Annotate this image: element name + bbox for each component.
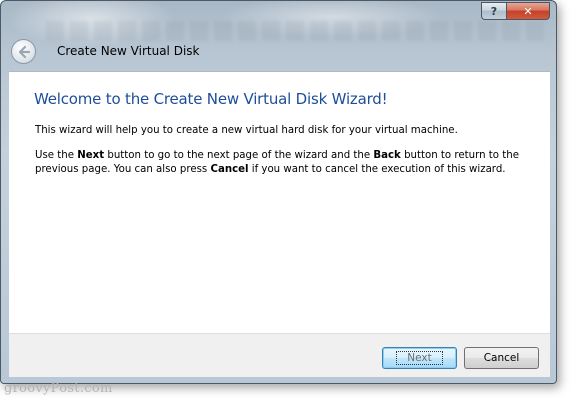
back-keyword: Back: [373, 150, 401, 161]
next-button-label: Next: [396, 351, 443, 365]
window-title: Create New Virtual Disk: [57, 44, 200, 58]
wizard-window: ? ✕ Create New Virtual Disk Welcome to t…: [0, 0, 557, 384]
cancel-button[interactable]: Cancel: [464, 347, 539, 369]
wizard-content: Welcome to the Create New Virtual Disk W…: [9, 71, 550, 333]
back-arrow-icon: [18, 45, 30, 58]
instructions-part: Use the: [35, 150, 78, 161]
intro-text: This wizard will help you to create a ne…: [35, 125, 458, 136]
instructions-part: button to go to the next page of the wiz…: [104, 150, 374, 161]
next-keyword: Next: [77, 150, 105, 161]
page-heading: Welcome to the Create New Virtual Disk W…: [34, 90, 388, 108]
instructions-part: if you want to cancel the execution of t…: [248, 164, 506, 175]
instructions-text: Use the Next button to go to the next pa…: [35, 149, 535, 177]
cancel-button-label: Cancel: [483, 352, 520, 364]
back-button[interactable]: [11, 39, 36, 64]
help-button[interactable]: ?: [481, 2, 507, 20]
background-blur: [46, 21, 546, 41]
caption-buttons: ? ✕: [481, 2, 550, 20]
close-button[interactable]: ✕: [507, 2, 550, 20]
cancel-keyword: Cancel: [210, 164, 249, 175]
watermark: groovyPost.com: [4, 381, 113, 396]
close-icon: ✕: [523, 4, 533, 18]
next-button[interactable]: Next: [382, 347, 457, 369]
wizard-footer: Next Cancel: [9, 333, 550, 377]
help-icon: ?: [490, 4, 498, 18]
